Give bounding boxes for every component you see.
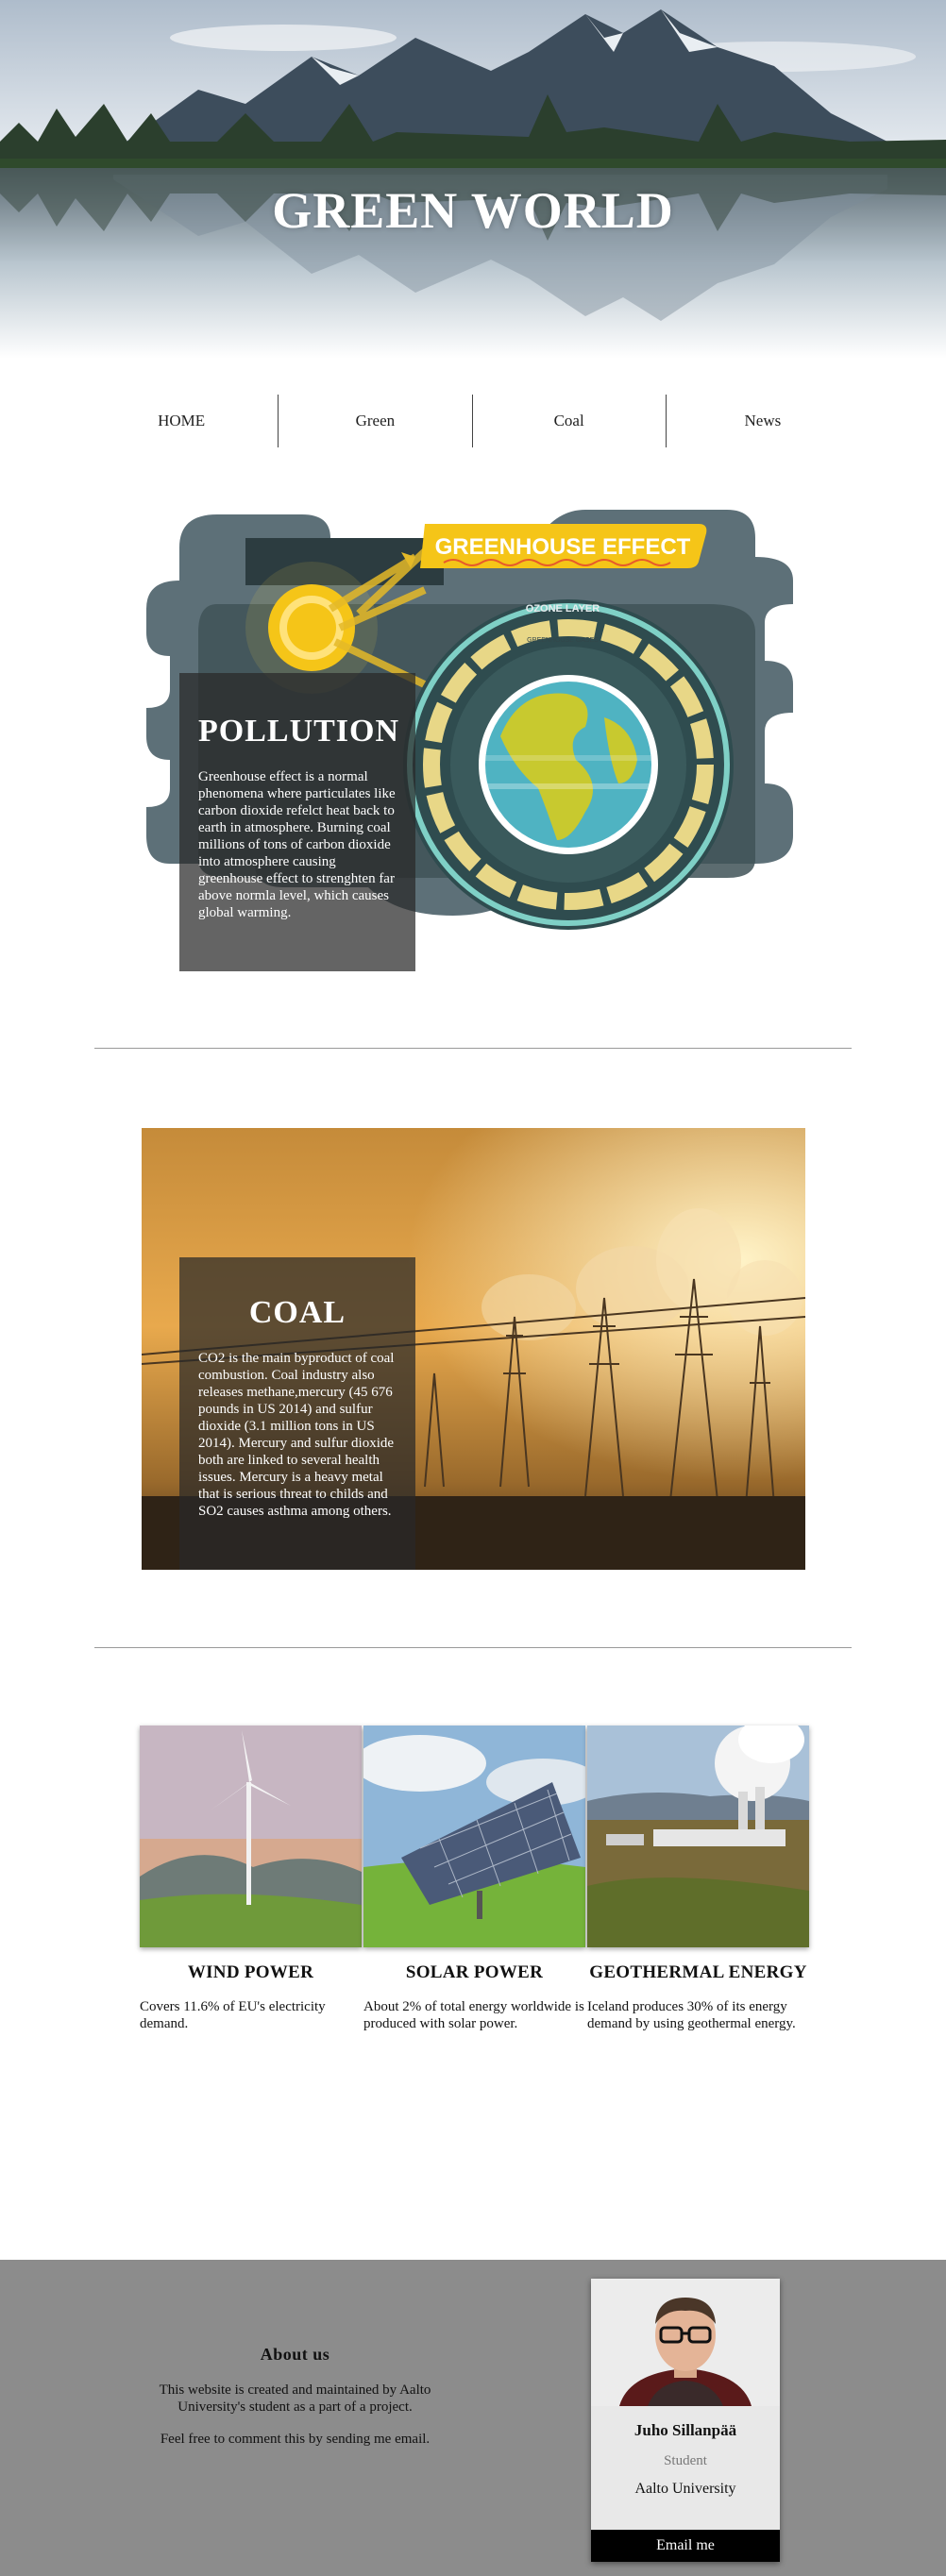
energy-card-wind: WIND POWER Covers 11.6% of EU's electric… bbox=[140, 1726, 362, 2032]
coal-heading: COAL bbox=[248, 1295, 346, 1330]
greenhouse-banner-text: GREENHOUSE EFFECT bbox=[435, 534, 691, 560]
nav-coal[interactable]: Coal bbox=[471, 395, 666, 447]
avatar bbox=[591, 2279, 780, 2406]
nav-home[interactable]: HOME bbox=[85, 395, 278, 447]
about-us: About us This website is created and mai… bbox=[142, 2345, 448, 2448]
geothermal-energy-title: GEOTHERMAL ENERGY bbox=[589, 1962, 807, 1982]
profile-role: Student bbox=[664, 2453, 707, 2468]
coal-text: CO2 is the main byproduct of coal combus… bbox=[198, 1351, 395, 1519]
profile-name: Juho Sillanpää bbox=[633, 2421, 737, 2439]
comment-text: Feel free to comment this by sending me … bbox=[160, 2432, 431, 2447]
gases-label: GREENHOUSE GASES bbox=[527, 637, 599, 644]
solar-power-text: About 2% of total energy worldwide is pr… bbox=[363, 1999, 584, 2031]
hero-banner: GREEN WORLD bbox=[0, 0, 946, 359]
coal-card: COAL CO2 is the main byproduct of coal c… bbox=[179, 1257, 415, 1570]
divider bbox=[94, 1048, 852, 1049]
geothermal-energy-text: Iceland produces 30% of its energy deman… bbox=[587, 1999, 796, 2031]
nav-green[interactable]: Green bbox=[278, 395, 471, 447]
wind-power-text: Covers 11.6% of EU's electricity demand. bbox=[140, 1999, 326, 2031]
solar-panel-image bbox=[363, 1726, 585, 1947]
wind-power-title: WIND POWER bbox=[187, 1962, 314, 1982]
energy-card-solar: SOLAR POWER About 2% of total energy wor… bbox=[363, 1726, 585, 2032]
geothermal-plant-image bbox=[587, 1726, 809, 1947]
about-text: This website is created and maintained b… bbox=[159, 2382, 431, 2415]
divider bbox=[94, 1647, 852, 1648]
site-title: GREEN WORLD bbox=[272, 182, 674, 239]
profile-card: Juho Sillanpää Student Aalto University … bbox=[591, 2279, 780, 2562]
main-nav: HOME Green Coal News bbox=[85, 395, 859, 447]
about-title: About us bbox=[260, 2345, 330, 2364]
pollution-card: POLLUTION Greenhouse effect is a normal … bbox=[179, 673, 415, 971]
energy-card-geothermal: GEOTHERMAL ENERGY Iceland produces 30% o… bbox=[587, 1726, 809, 2032]
pollution-section: GREENHOUSE EFFECT OZONE LAYER GREENHOUSE… bbox=[142, 500, 805, 972]
nav-news[interactable]: News bbox=[665, 395, 859, 447]
mountain-lake-image bbox=[0, 0, 946, 359]
coal-section: COAL CO2 is the main byproduct of coal c… bbox=[142, 1128, 805, 1570]
wind-turbine-image bbox=[140, 1726, 362, 1947]
ozone-label: OZONE LAYER bbox=[526, 603, 600, 615]
pollution-text: Greenhouse effect is a normal phenomena … bbox=[198, 769, 396, 920]
profile-university: Aalto University bbox=[634, 2481, 736, 2497]
pollution-heading: POLLUTION bbox=[198, 714, 400, 749]
email-me-button[interactable]: Email me bbox=[591, 2530, 780, 2562]
solar-power-title: SOLAR POWER bbox=[405, 1962, 544, 1982]
